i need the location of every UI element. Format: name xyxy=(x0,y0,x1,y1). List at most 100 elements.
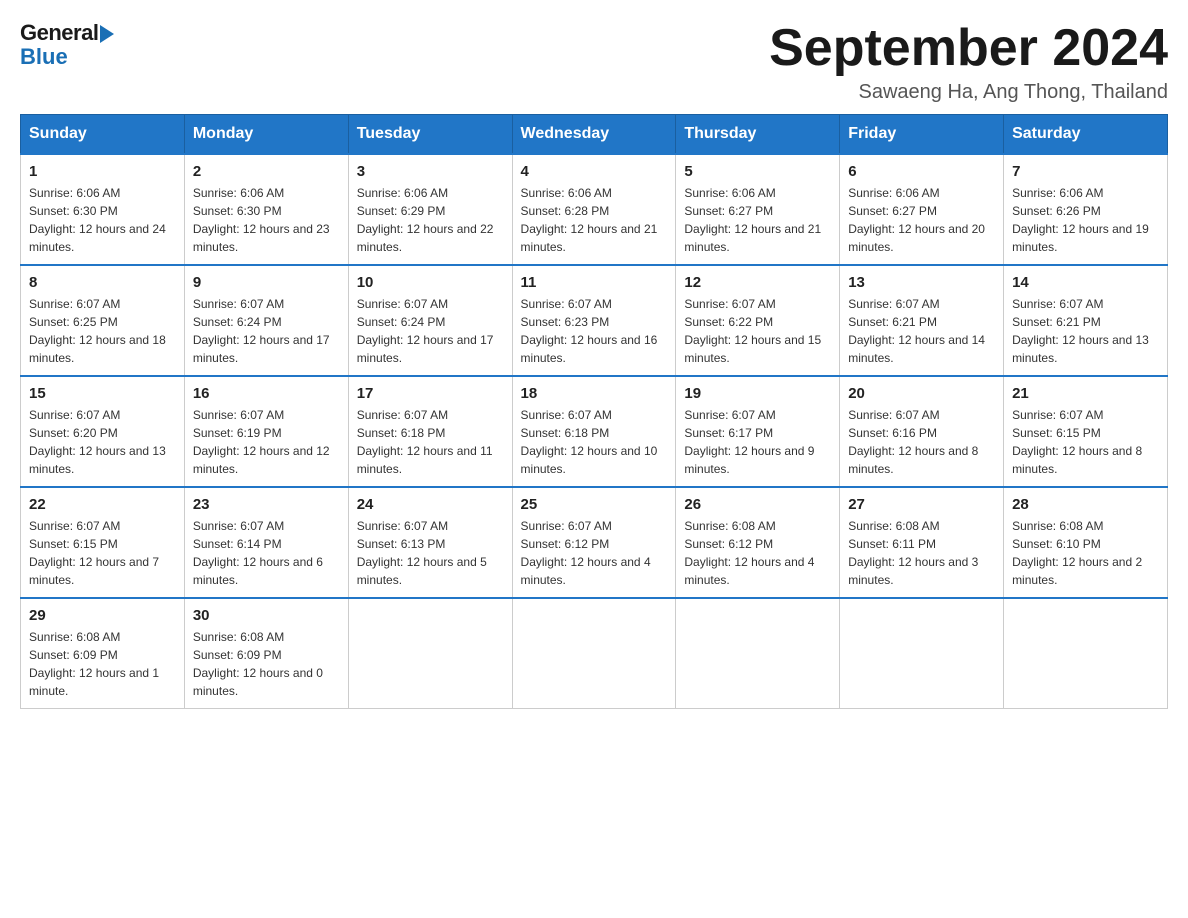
calendar-weekday-friday: Friday xyxy=(840,115,1004,155)
calendar-weekday-thursday: Thursday xyxy=(676,115,840,155)
calendar-cell xyxy=(348,598,512,709)
day-number: 22 xyxy=(29,496,176,513)
day-number: 7 xyxy=(1012,163,1159,180)
day-number: 8 xyxy=(29,274,176,291)
logo-general-text: General xyxy=(20,20,98,46)
day-number: 27 xyxy=(848,496,995,513)
calendar-weekday-wednesday: Wednesday xyxy=(512,115,676,155)
day-info: Sunrise: 6:08 AMSunset: 6:12 PMDaylight:… xyxy=(684,517,831,589)
day-info: Sunrise: 6:08 AMSunset: 6:11 PMDaylight:… xyxy=(848,517,995,589)
day-info: Sunrise: 6:07 AMSunset: 6:21 PMDaylight:… xyxy=(848,295,995,367)
day-number: 29 xyxy=(29,607,176,624)
day-info: Sunrise: 6:07 AMSunset: 6:24 PMDaylight:… xyxy=(357,295,504,367)
day-info: Sunrise: 6:06 AMSunset: 6:29 PMDaylight:… xyxy=(357,184,504,256)
day-info: Sunrise: 6:07 AMSunset: 6:16 PMDaylight:… xyxy=(848,406,995,478)
day-info: Sunrise: 6:07 AMSunset: 6:25 PMDaylight:… xyxy=(29,295,176,367)
calendar-cell: 9 Sunrise: 6:07 AMSunset: 6:24 PMDayligh… xyxy=(184,265,348,376)
day-number: 19 xyxy=(684,385,831,402)
day-number: 1 xyxy=(29,163,176,180)
day-info: Sunrise: 6:07 AMSunset: 6:15 PMDaylight:… xyxy=(29,517,176,589)
day-number: 17 xyxy=(357,385,504,402)
calendar-cell: 15 Sunrise: 6:07 AMSunset: 6:20 PMDaylig… xyxy=(21,376,185,487)
calendar-weekday-sunday: Sunday xyxy=(21,115,185,155)
calendar-table: SundayMondayTuesdayWednesdayThursdayFrid… xyxy=(20,114,1168,709)
day-number: 18 xyxy=(521,385,668,402)
calendar-cell: 11 Sunrise: 6:07 AMSunset: 6:23 PMDaylig… xyxy=(512,265,676,376)
calendar-cell: 29 Sunrise: 6:08 AMSunset: 6:09 PMDaylig… xyxy=(21,598,185,709)
calendar-week-row: 22 Sunrise: 6:07 AMSunset: 6:15 PMDaylig… xyxy=(21,487,1168,598)
page-header: General Blue September 2024 Sawaeng Ha, … xyxy=(20,20,1168,104)
calendar-cell: 12 Sunrise: 6:07 AMSunset: 6:22 PMDaylig… xyxy=(676,265,840,376)
calendar-cell: 22 Sunrise: 6:07 AMSunset: 6:15 PMDaylig… xyxy=(21,487,185,598)
day-number: 16 xyxy=(193,385,340,402)
day-info: Sunrise: 6:07 AMSunset: 6:18 PMDaylight:… xyxy=(521,406,668,478)
day-info: Sunrise: 6:06 AMSunset: 6:30 PMDaylight:… xyxy=(29,184,176,256)
logo: General Blue xyxy=(20,20,114,70)
day-info: Sunrise: 6:07 AMSunset: 6:19 PMDaylight:… xyxy=(193,406,340,478)
day-info: Sunrise: 6:06 AMSunset: 6:26 PMDaylight:… xyxy=(1012,184,1159,256)
calendar-cell: 4 Sunrise: 6:06 AMSunset: 6:28 PMDayligh… xyxy=(512,154,676,265)
month-title: September 2024 xyxy=(769,20,1168,77)
calendar-cell: 14 Sunrise: 6:07 AMSunset: 6:21 PMDaylig… xyxy=(1004,265,1168,376)
calendar-cell: 10 Sunrise: 6:07 AMSunset: 6:24 PMDaylig… xyxy=(348,265,512,376)
day-number: 20 xyxy=(848,385,995,402)
day-info: Sunrise: 6:07 AMSunset: 6:18 PMDaylight:… xyxy=(357,406,504,478)
calendar-weekday-saturday: Saturday xyxy=(1004,115,1168,155)
day-info: Sunrise: 6:06 AMSunset: 6:27 PMDaylight:… xyxy=(848,184,995,256)
location-text: Sawaeng Ha, Ang Thong, Thailand xyxy=(769,81,1168,104)
day-number: 14 xyxy=(1012,274,1159,291)
day-number: 3 xyxy=(357,163,504,180)
calendar-cell: 27 Sunrise: 6:08 AMSunset: 6:11 PMDaylig… xyxy=(840,487,1004,598)
calendar-week-row: 1 Sunrise: 6:06 AMSunset: 6:30 PMDayligh… xyxy=(21,154,1168,265)
day-info: Sunrise: 6:07 AMSunset: 6:15 PMDaylight:… xyxy=(1012,406,1159,478)
calendar-cell: 13 Sunrise: 6:07 AMSunset: 6:21 PMDaylig… xyxy=(840,265,1004,376)
day-number: 11 xyxy=(521,274,668,291)
calendar-cell: 1 Sunrise: 6:06 AMSunset: 6:30 PMDayligh… xyxy=(21,154,185,265)
day-number: 5 xyxy=(684,163,831,180)
calendar-cell: 30 Sunrise: 6:08 AMSunset: 6:09 PMDaylig… xyxy=(184,598,348,709)
day-info: Sunrise: 6:07 AMSunset: 6:17 PMDaylight:… xyxy=(684,406,831,478)
day-info: Sunrise: 6:07 AMSunset: 6:23 PMDaylight:… xyxy=(521,295,668,367)
day-info: Sunrise: 6:06 AMSunset: 6:28 PMDaylight:… xyxy=(521,184,668,256)
calendar-cell xyxy=(840,598,1004,709)
day-info: Sunrise: 6:08 AMSunset: 6:10 PMDaylight:… xyxy=(1012,517,1159,589)
calendar-cell: 7 Sunrise: 6:06 AMSunset: 6:26 PMDayligh… xyxy=(1004,154,1168,265)
calendar-cell: 17 Sunrise: 6:07 AMSunset: 6:18 PMDaylig… xyxy=(348,376,512,487)
calendar-week-row: 15 Sunrise: 6:07 AMSunset: 6:20 PMDaylig… xyxy=(21,376,1168,487)
calendar-weekday-monday: Monday xyxy=(184,115,348,155)
day-info: Sunrise: 6:06 AMSunset: 6:30 PMDaylight:… xyxy=(193,184,340,256)
day-info: Sunrise: 6:06 AMSunset: 6:27 PMDaylight:… xyxy=(684,184,831,256)
day-info: Sunrise: 6:08 AMSunset: 6:09 PMDaylight:… xyxy=(29,628,176,700)
day-info: Sunrise: 6:07 AMSunset: 6:14 PMDaylight:… xyxy=(193,517,340,589)
calendar-cell: 18 Sunrise: 6:07 AMSunset: 6:18 PMDaylig… xyxy=(512,376,676,487)
title-section: September 2024 Sawaeng Ha, Ang Thong, Th… xyxy=(769,20,1168,104)
day-info: Sunrise: 6:07 AMSunset: 6:22 PMDaylight:… xyxy=(684,295,831,367)
calendar-weekday-tuesday: Tuesday xyxy=(348,115,512,155)
day-info: Sunrise: 6:08 AMSunset: 6:09 PMDaylight:… xyxy=(193,628,340,700)
logo-arrow-icon xyxy=(100,25,114,43)
calendar-cell: 21 Sunrise: 6:07 AMSunset: 6:15 PMDaylig… xyxy=(1004,376,1168,487)
day-number: 30 xyxy=(193,607,340,624)
calendar-cell: 2 Sunrise: 6:06 AMSunset: 6:30 PMDayligh… xyxy=(184,154,348,265)
calendar-cell: 25 Sunrise: 6:07 AMSunset: 6:12 PMDaylig… xyxy=(512,487,676,598)
calendar-cell: 23 Sunrise: 6:07 AMSunset: 6:14 PMDaylig… xyxy=(184,487,348,598)
day-number: 4 xyxy=(521,163,668,180)
day-number: 28 xyxy=(1012,496,1159,513)
day-number: 25 xyxy=(521,496,668,513)
calendar-cell: 3 Sunrise: 6:06 AMSunset: 6:29 PMDayligh… xyxy=(348,154,512,265)
day-number: 13 xyxy=(848,274,995,291)
calendar-cell: 6 Sunrise: 6:06 AMSunset: 6:27 PMDayligh… xyxy=(840,154,1004,265)
calendar-header-row: SundayMondayTuesdayWednesdayThursdayFrid… xyxy=(21,115,1168,155)
day-info: Sunrise: 6:07 AMSunset: 6:21 PMDaylight:… xyxy=(1012,295,1159,367)
calendar-cell: 28 Sunrise: 6:08 AMSunset: 6:10 PMDaylig… xyxy=(1004,487,1168,598)
day-number: 23 xyxy=(193,496,340,513)
calendar-cell xyxy=(512,598,676,709)
day-info: Sunrise: 6:07 AMSunset: 6:20 PMDaylight:… xyxy=(29,406,176,478)
day-number: 21 xyxy=(1012,385,1159,402)
day-info: Sunrise: 6:07 AMSunset: 6:24 PMDaylight:… xyxy=(193,295,340,367)
day-number: 12 xyxy=(684,274,831,291)
day-number: 10 xyxy=(357,274,504,291)
calendar-cell: 24 Sunrise: 6:07 AMSunset: 6:13 PMDaylig… xyxy=(348,487,512,598)
logo-blue-text: Blue xyxy=(20,44,68,70)
calendar-week-row: 29 Sunrise: 6:08 AMSunset: 6:09 PMDaylig… xyxy=(21,598,1168,709)
